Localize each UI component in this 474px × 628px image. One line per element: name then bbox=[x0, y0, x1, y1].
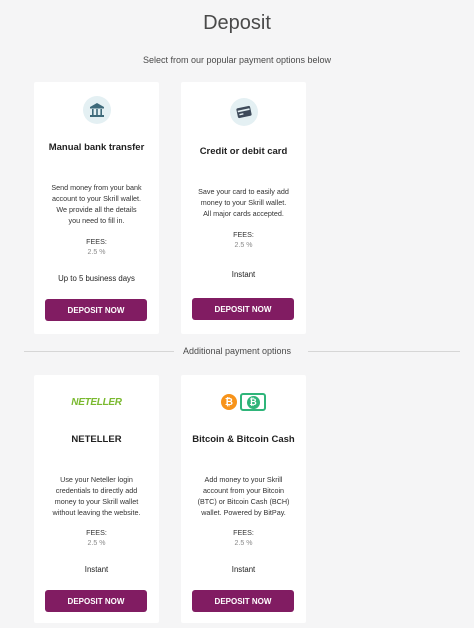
payment-card-neteller: NETELLER NETELLER Use your Neteller logi… bbox=[34, 375, 159, 623]
payment-card-bitcoin: ₿ ₿ Bitcoin & Bitcoin Cash Add money to … bbox=[181, 375, 306, 623]
bank-icon bbox=[82, 96, 111, 124]
processing-time: Instant bbox=[231, 270, 256, 279]
fees-value: 2.5 % bbox=[87, 540, 106, 547]
bitcoin-icon: ₿ bbox=[221, 394, 237, 410]
card-description: Save your card to easily add money to yo… bbox=[198, 187, 289, 218]
fees-label: FEES: bbox=[86, 528, 107, 537]
payment-card-bank-transfer: Manual bank transfer Send money from you… bbox=[34, 82, 159, 334]
card-description: Add money to your Skrill account from yo… bbox=[197, 475, 290, 517]
fees-label: FEES: bbox=[86, 237, 107, 246]
card-title: NETELLER bbox=[71, 434, 122, 445]
fees-value: 2.5 % bbox=[87, 249, 106, 256]
processing-time: Up to 5 business days bbox=[58, 274, 135, 283]
card-description: Use your Neteller login credentials to d… bbox=[52, 475, 141, 517]
card-title: Bitcoin & Bitcoin Cash bbox=[192, 434, 295, 445]
page-title: Deposit bbox=[203, 12, 271, 34]
payment-card-credit-debit: Credit or debit card Save your card to e… bbox=[181, 82, 306, 334]
credit-card-icon bbox=[229, 98, 258, 126]
card-title: Manual bank transfer bbox=[48, 142, 145, 153]
fees-label: FEES: bbox=[233, 230, 254, 239]
deposit-now-button[interactable]: DEPOSIT NOW bbox=[45, 590, 147, 612]
deposit-now-button[interactable]: DEPOSIT NOW bbox=[192, 590, 294, 612]
fees-value: 2.5 % bbox=[234, 242, 253, 249]
fees-label: FEES: bbox=[233, 528, 254, 537]
page-subtitle: Select from our popular payment options … bbox=[142, 55, 332, 65]
processing-time: Instant bbox=[231, 565, 256, 574]
deposit-now-button[interactable]: DEPOSIT NOW bbox=[45, 299, 147, 321]
bitcoin-cash-icon: ₿ bbox=[240, 393, 266, 411]
fees-value: 2.5 % bbox=[234, 540, 253, 547]
processing-time: Instant bbox=[84, 565, 109, 574]
card-title: Credit or debit card bbox=[199, 146, 288, 157]
neteller-logo: NETELLER bbox=[71, 397, 122, 408]
divider-right bbox=[308, 351, 460, 352]
deposit-now-button[interactable]: DEPOSIT NOW bbox=[192, 298, 294, 320]
card-description: Send money from your bank account to you… bbox=[51, 183, 142, 225]
